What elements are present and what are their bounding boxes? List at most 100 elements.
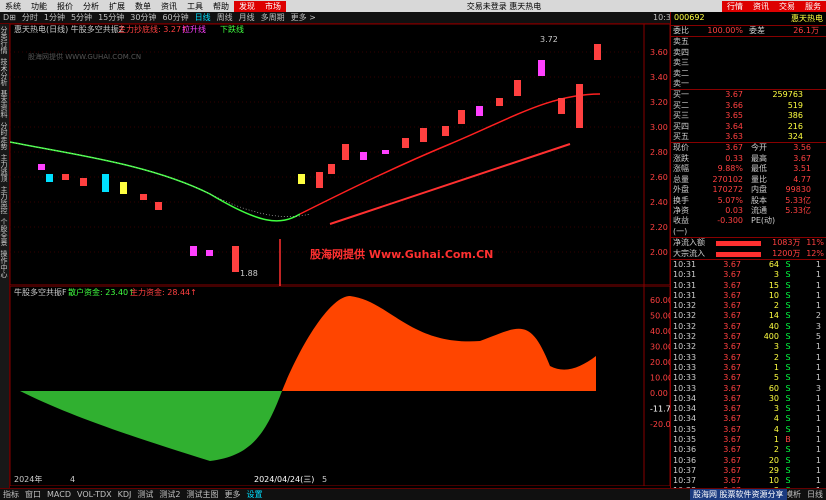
date-cursor: 2024/04/24(三) — [254, 475, 314, 484]
candle — [232, 246, 239, 272]
top-nav-1[interactable]: 资讯 — [748, 0, 774, 12]
rail-tab-7[interactable]: 操作中心 — [0, 248, 8, 280]
flow-label: 净流入额 — [673, 238, 705, 248]
label: 委比 — [673, 26, 689, 35]
top-nav-0[interactable]: 行情 — [722, 0, 748, 12]
period-tab-9[interactable]: 月线 — [236, 12, 258, 23]
stat-value: 5.07% — [717, 195, 743, 205]
tick-side: S — [785, 270, 791, 280]
period-tab-1[interactable]: 分时 — [19, 12, 41, 23]
tick-volume: 30 — [768, 393, 779, 403]
rail-tab-0[interactable]: 分类行情 — [0, 24, 8, 56]
sub-legend-a: 散户资金: 23.40↑ — [68, 287, 135, 297]
tick-side: S — [785, 301, 791, 311]
quote-row: 买二 3.66 519 — [671, 101, 826, 111]
stat-value — [781, 216, 811, 237]
quote-price: 3.65 — [725, 111, 743, 121]
bottom-tab-9[interactable]: 设置 — [243, 489, 265, 500]
tick-side: S — [785, 342, 791, 352]
top-nav-3[interactable]: 服务 — [800, 0, 826, 12]
tick-time: 10:33 — [673, 373, 697, 383]
tick-row: 10:31 3.67 64 S 1 — [671, 260, 826, 270]
candle — [206, 250, 213, 256]
menu-item-0[interactable]: 系统 — [0, 1, 26, 12]
tick-time: 10:33 — [673, 383, 697, 393]
watermark: 股海网提供 Www.Guhai.Com.CN — [310, 248, 494, 261]
period-tab-10[interactable]: 多周期 — [258, 12, 288, 23]
bottom-tab-5[interactable]: 测试 — [134, 489, 156, 500]
period-tab-6[interactable]: 60分钟 — [159, 12, 191, 23]
top-nav-2[interactable]: 交易 — [774, 0, 800, 12]
period-tab-4[interactable]: 15分钟 — [95, 12, 127, 23]
period-tab-5[interactable]: 30分钟 — [127, 12, 159, 23]
quote-volume: 259763 — [772, 90, 803, 100]
menu-badge-0[interactable]: 发现 — [234, 0, 260, 12]
menu-item-1[interactable]: 功能 — [26, 1, 52, 12]
tick-price: 3.67 — [723, 445, 741, 455]
period-tab-3[interactable]: 5分钟 — [68, 12, 95, 23]
rail-tab-2[interactable]: 基本资料 — [0, 88, 8, 120]
tick-row: 10:35 3.67 4 S 1 — [671, 425, 826, 435]
indicator-chart[interactable]: 牛股多空共振F散户资金: 23.40↑主力资金: 28.44↑60.0050.0… — [10, 286, 670, 486]
bottom-tab-7[interactable]: 测试主图 — [183, 489, 221, 500]
menu-badge-1[interactable]: 市场 — [260, 0, 286, 12]
menu-item-6[interactable]: 资讯 — [156, 1, 182, 12]
tick-row: 10:31 3.67 15 S 1 — [671, 281, 826, 291]
bottom-tab-0[interactable]: 指标 — [0, 489, 22, 500]
quote-panel: 000692 惠天热电 委比 100.00% 委差 26.1万 卖五 卖四 卖三 卖二 卖一 买一 3.… — [670, 12, 826, 500]
tick-row: 10:36 3.67 2 S 1 — [671, 445, 826, 455]
annot-low: 1.88 — [240, 269, 258, 278]
tick-time: 10:31 — [673, 290, 697, 300]
tick-row: 10:37 3.67 10 S 1 — [671, 476, 826, 486]
bottom-tab-2[interactable]: MACD — [44, 490, 74, 499]
tick-volume: 60 — [768, 383, 779, 393]
rail-tab-4[interactable]: 主力逃顶 — [0, 152, 8, 184]
tick-side: B — [785, 434, 791, 444]
period-tab-7[interactable]: 日线 — [192, 12, 214, 23]
tick-price: 3.67 — [723, 332, 741, 342]
period-tab-0[interactable]: D⊞ — [0, 13, 19, 22]
tick-time: 10:34 — [673, 393, 697, 403]
chart-title: 惠天热电(日线) 牛股多空共振Z — [14, 24, 125, 34]
annot-high: 3.72 — [540, 35, 558, 44]
price-tick: 3.00 — [650, 123, 668, 132]
tick-time: 10:32 — [673, 342, 697, 352]
bottom-tab-6[interactable]: 测试2 — [156, 489, 183, 500]
menu-item-5[interactable]: 数单 — [130, 1, 156, 12]
period-tab-11[interactable]: 更多 > — [288, 12, 319, 23]
bottom-right-1[interactable]: 日线 — [804, 489, 826, 500]
menu-item-2[interactable]: 报价 — [52, 1, 78, 12]
tick-time: 10:37 — [673, 476, 697, 486]
bottom-tab-3[interactable]: VOL-TDX — [74, 490, 115, 499]
bottom-tab-8[interactable]: 更多 — [221, 489, 243, 500]
tick-volume: 15 — [768, 280, 779, 290]
tick-time: 10:36 — [673, 445, 697, 455]
menu-item-4[interactable]: 扩展 — [104, 1, 130, 12]
stat-label: 流通 — [751, 205, 767, 215]
rail-tab-3[interactable]: 分时走势 — [0, 120, 8, 152]
left-rail: 分类行情 技术分析 基本资料 分时走势 主力逃顶 主力监控 个股全景 操作中心 — [0, 24, 10, 488]
stat-row: 换手 5.07% 股本 5.33亿 — [671, 196, 826, 206]
menu-item-7[interactable]: 工具 — [182, 1, 208, 12]
rail-tab-5[interactable]: 主力监控 — [0, 184, 8, 216]
period-tab-8[interactable]: 周线 — [214, 12, 236, 23]
bottom-tab-1[interactable]: 窗口 — [22, 489, 44, 500]
quote-row: 卖二 — [671, 69, 826, 79]
quote-price — [703, 37, 743, 47]
stat-row: 净资 0.03 流通 5.33亿 — [671, 206, 826, 216]
candle — [514, 80, 521, 96]
quote-row: 买一 3.67 259763 — [671, 89, 826, 100]
period-tab-2[interactable]: 1分钟 — [41, 12, 68, 23]
menu-item-3[interactable]: 分析 — [78, 1, 104, 12]
quote-label: 卖三 — [673, 58, 689, 68]
tick-row: 10:32 3.67 14 S 2 — [671, 311, 826, 321]
legend-b: 拉升线 — [182, 24, 206, 34]
rail-tab-6[interactable]: 个股全景 — [0, 216, 8, 248]
price-tick: 3.40 — [650, 73, 668, 82]
stat-row: 现价 3.67 今开 3.56 — [671, 142, 826, 153]
tick-volume: 10 — [768, 290, 779, 300]
rail-tab-1[interactable]: 技术分析 — [0, 56, 8, 88]
tick-volume: 4 — [773, 414, 779, 424]
bottom-tab-4[interactable]: KDJ — [115, 490, 135, 499]
menu-item-8[interactable]: 帮助 — [208, 1, 234, 12]
